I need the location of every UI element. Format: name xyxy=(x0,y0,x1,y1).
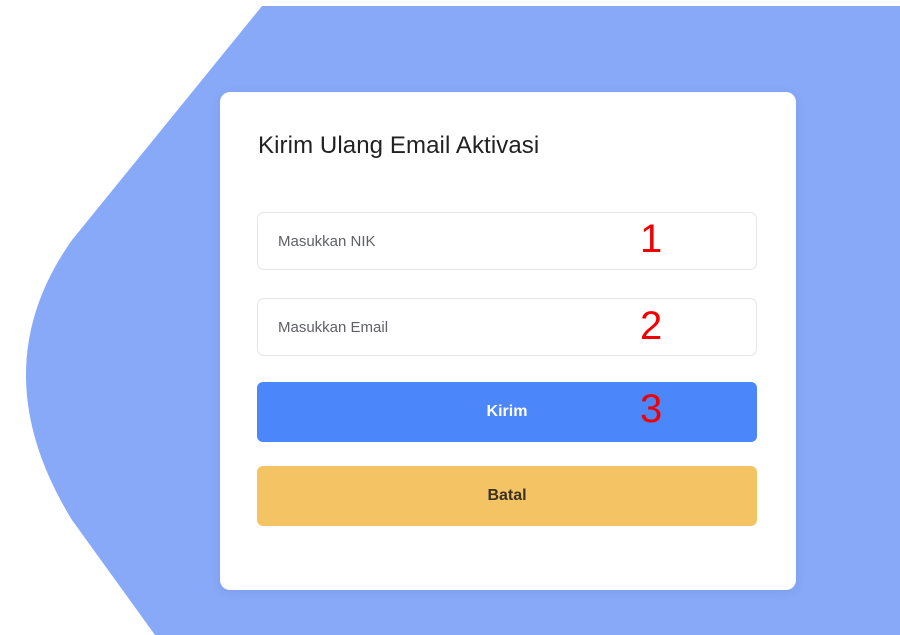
annotation-marker-3: 3 xyxy=(640,387,663,431)
cancel-button[interactable]: Batal xyxy=(257,466,757,526)
nik-input[interactable] xyxy=(257,212,757,270)
page: Kirim Ulang Email Aktivasi Kirim Batal 1… xyxy=(0,0,900,635)
resend-activation-card: Kirim Ulang Email Aktivasi Kirim Batal xyxy=(220,92,796,590)
annotation-marker-2: 2 xyxy=(640,304,663,348)
annotation-marker-1: 1 xyxy=(640,217,663,261)
page-title: Kirim Ulang Email Aktivasi xyxy=(258,132,540,159)
submit-button[interactable]: Kirim xyxy=(257,382,757,442)
email-input[interactable] xyxy=(257,298,757,356)
